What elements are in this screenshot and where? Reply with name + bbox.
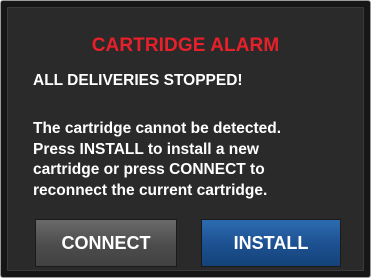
message-line: reconnect the current cartridge.: [33, 181, 268, 199]
alarm-title: CARTRIDGE ALARM: [91, 35, 280, 56]
alarm-screen: CARTRIDGE ALARM ALL DELIVERIES STOPPED! …: [7, 7, 364, 271]
device-frame: CARTRIDGE ALARM ALL DELIVERIES STOPPED! …: [0, 0, 371, 278]
alarm-subtitle: ALL DELIVERIES STOPPED!: [33, 72, 243, 89]
install-button[interactable]: INSTALL: [201, 219, 341, 267]
connect-button[interactable]: CONNECT: [35, 219, 177, 267]
message-line: Press INSTALL to install a new: [33, 140, 259, 158]
alarm-message: The cartridge cannot be detected. Press …: [33, 119, 359, 201]
message-line: The cartridge cannot be detected.: [33, 120, 282, 137]
message-line: cartridge or press CONNECT to: [33, 161, 265, 178]
